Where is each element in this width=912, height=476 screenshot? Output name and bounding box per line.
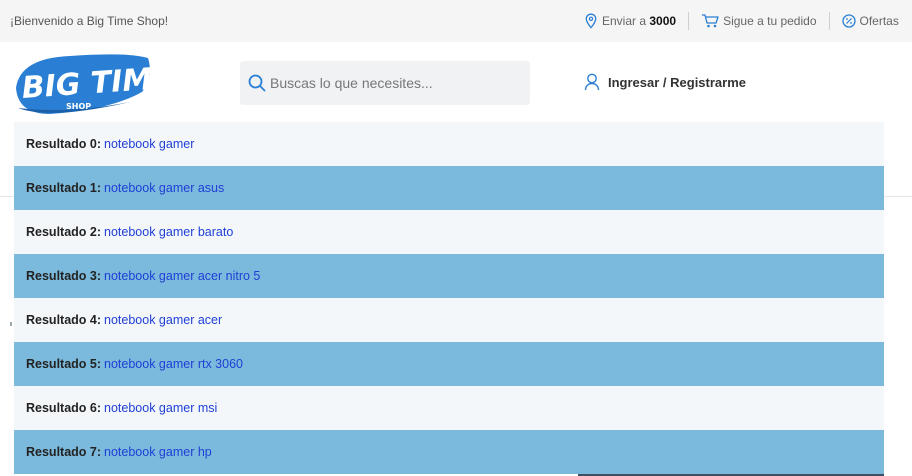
track-order-label: Sigue a tu pedido	[723, 14, 817, 28]
discount-icon	[841, 14, 856, 28]
page-fragment	[10, 322, 12, 326]
ship-to-prefix: Enviar a	[602, 14, 647, 28]
offers-link[interactable]: Ofertas	[841, 14, 899, 28]
search-box[interactable]	[240, 61, 530, 105]
login-register-link[interactable]: Ingresar / Registrarme	[584, 73, 746, 91]
welcome-text: ¡Bienvenido a Big Time Shop!	[10, 14, 169, 28]
brand-logo[interactable]: BIG TIME SHOP	[10, 48, 174, 120]
track-order-link[interactable]: Sigue a tu pedido	[701, 13, 817, 29]
suggestion-item[interactable]: Resultado 6: notebook gamer msi	[14, 386, 884, 430]
divider	[828, 12, 830, 30]
ship-to-label: Enviar a 3000	[602, 14, 676, 28]
suggestion-item[interactable]: Resultado 2: notebook gamer barato	[14, 210, 884, 254]
search-suggestions-dropdown: Resultado 0: notebook gamer Resultado 1: n…	[14, 122, 884, 474]
top-links: Enviar a 3000 Sigue a tu pedido Ofertas	[584, 12, 899, 30]
suggestion-item[interactable]: Resultado 3: notebook gamer acer nitro 5	[14, 254, 884, 298]
ship-to-zip: 3000	[649, 14, 677, 28]
suggestion-item[interactable]: Resultado 7: notebook gamer hp	[14, 430, 884, 474]
login-register-label: Ingresar / Registrarme	[608, 74, 747, 90]
cart-icon	[702, 14, 719, 28]
ship-to-link[interactable]: Enviar a 3000	[584, 13, 676, 29]
location-pin-icon	[585, 13, 597, 29]
search-icon[interactable]	[248, 74, 266, 92]
top-bar: ¡Bienvenido a Big Time Shop! Enviar a 30…	[0, 0, 912, 42]
suggestion-item[interactable]: Resultado 1: notebook gamer asus	[14, 166, 884, 210]
search-input[interactable]	[268, 74, 512, 92]
suggestion-item[interactable]: Resultado 0: notebook gamer	[14, 122, 884, 166]
divider	[688, 12, 690, 30]
user-icon	[584, 73, 600, 91]
svg-text:SHOP: SHOP	[66, 102, 91, 111]
offers-label: Ofertas	[859, 14, 899, 28]
suggestion-item[interactable]: Resultado 5: notebook gamer rtx 3060	[14, 342, 884, 386]
suggestion-item[interactable]: Resultado 4: notebook gamer acer	[14, 298, 884, 342]
